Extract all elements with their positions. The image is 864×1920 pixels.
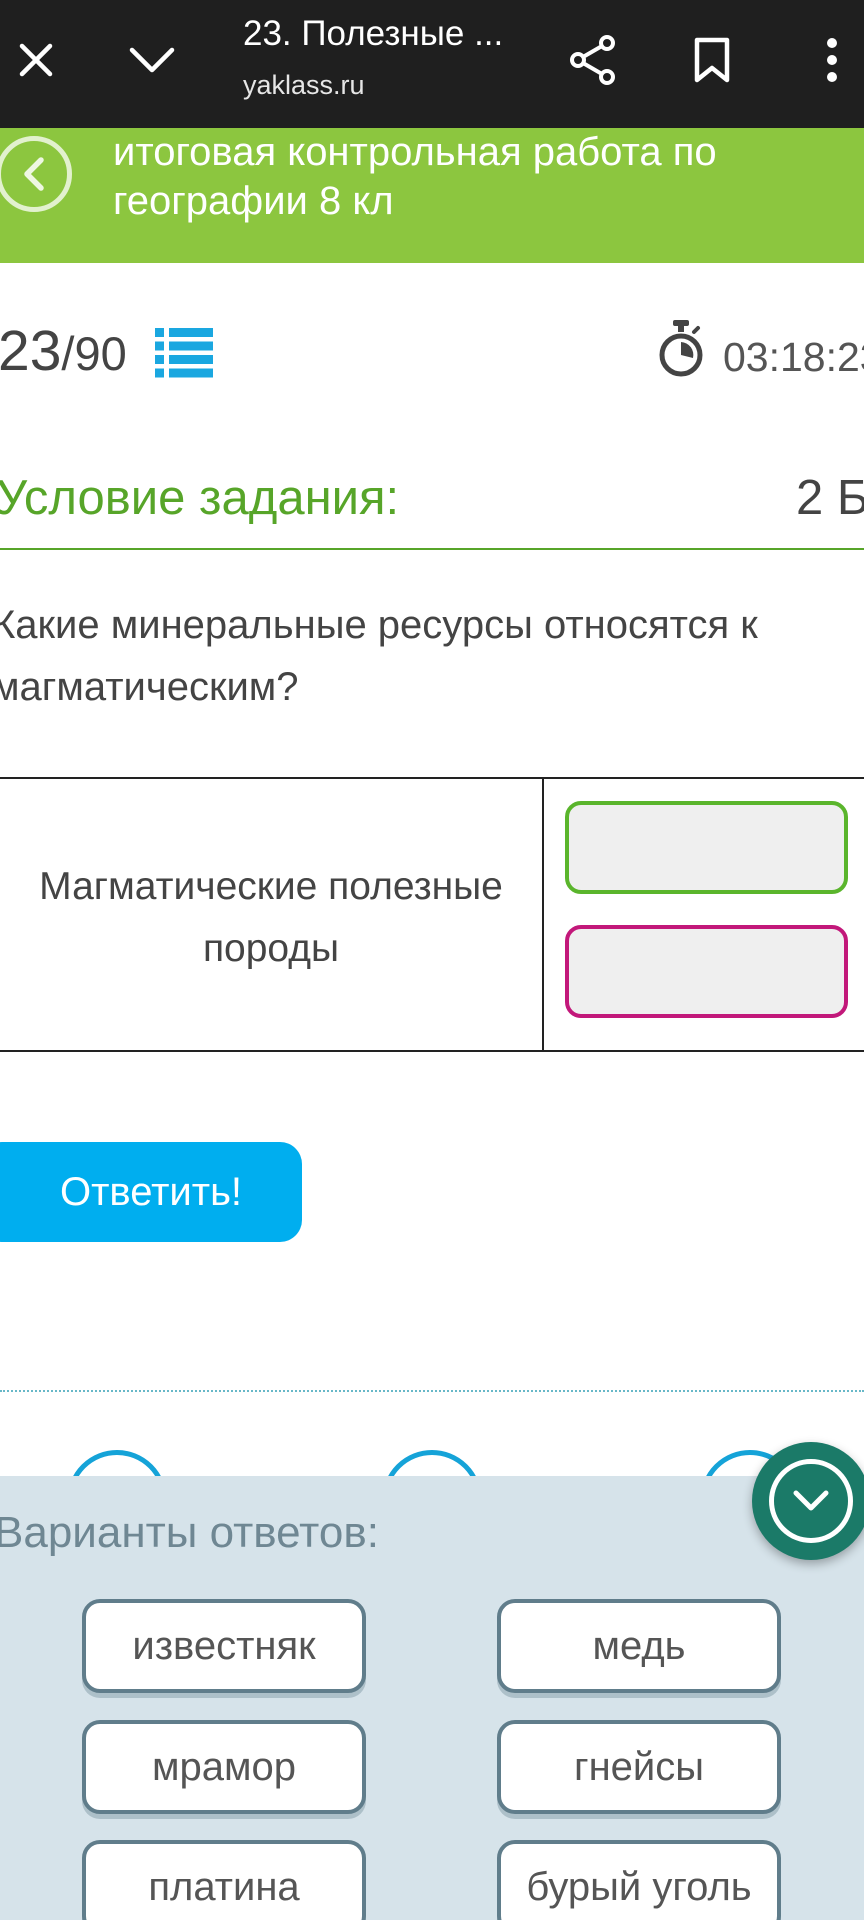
lesson-title: итоговая контрольная работа по географии… bbox=[113, 130, 717, 223]
task-heading: Условие задания: bbox=[0, 471, 400, 525]
option-chip[interactable]: платина bbox=[82, 1840, 366, 1920]
total-questions: /90 bbox=[61, 327, 127, 380]
chevron-down-icon bbox=[769, 1459, 853, 1543]
option-chip[interactable]: мрамор bbox=[82, 1720, 366, 1814]
browser-toolbar: 23. Полезные ... yaklass.ru bbox=[0, 0, 864, 128]
table-border-bottom bbox=[0, 1050, 864, 1052]
question-counter: 23/90 bbox=[0, 318, 127, 384]
list-icon[interactable] bbox=[155, 327, 213, 384]
table-border-middle bbox=[542, 777, 544, 1052]
collapse-options-button[interactable] bbox=[752, 1442, 864, 1560]
stopwatch-icon bbox=[657, 320, 705, 385]
more-vert-icon[interactable] bbox=[796, 24, 864, 96]
option-chip[interactable]: бурый уголь bbox=[497, 1840, 781, 1920]
drop-slot-2[interactable] bbox=[565, 925, 848, 1018]
option-chip[interactable]: гнейсы bbox=[497, 1720, 781, 1814]
question-text: Какие минеральные ресурсы относятся к ма… bbox=[0, 603, 758, 709]
current-question: 23 bbox=[0, 319, 62, 383]
page-title: 23. Полезные ... bbox=[243, 14, 504, 53]
close-icon[interactable] bbox=[0, 24, 72, 96]
option-chip[interactable]: медь bbox=[497, 1599, 781, 1693]
bookmark-icon[interactable] bbox=[676, 24, 748, 96]
options-title: Варианты ответов: bbox=[0, 1508, 379, 1557]
row-label: Магматические полезные породы bbox=[39, 865, 503, 970]
timer: 03:18:23 bbox=[723, 334, 864, 380]
page-url[interactable]: yaklass.ru bbox=[243, 70, 365, 101]
lesson-header: итоговая контрольная работа по географии… bbox=[0, 128, 864, 263]
task-points: 2 Б bbox=[796, 471, 864, 525]
drop-slot-1[interactable] bbox=[565, 801, 848, 894]
table-border-top bbox=[0, 777, 864, 779]
dotted-divider bbox=[0, 1390, 864, 1392]
option-chip[interactable]: известняк bbox=[82, 1599, 366, 1693]
share-icon[interactable] bbox=[557, 24, 629, 96]
chevron-down-icon[interactable] bbox=[116, 24, 188, 96]
back-icon[interactable] bbox=[0, 136, 72, 212]
divider bbox=[0, 548, 864, 550]
answer-button[interactable]: Ответить! bbox=[0, 1142, 302, 1242]
